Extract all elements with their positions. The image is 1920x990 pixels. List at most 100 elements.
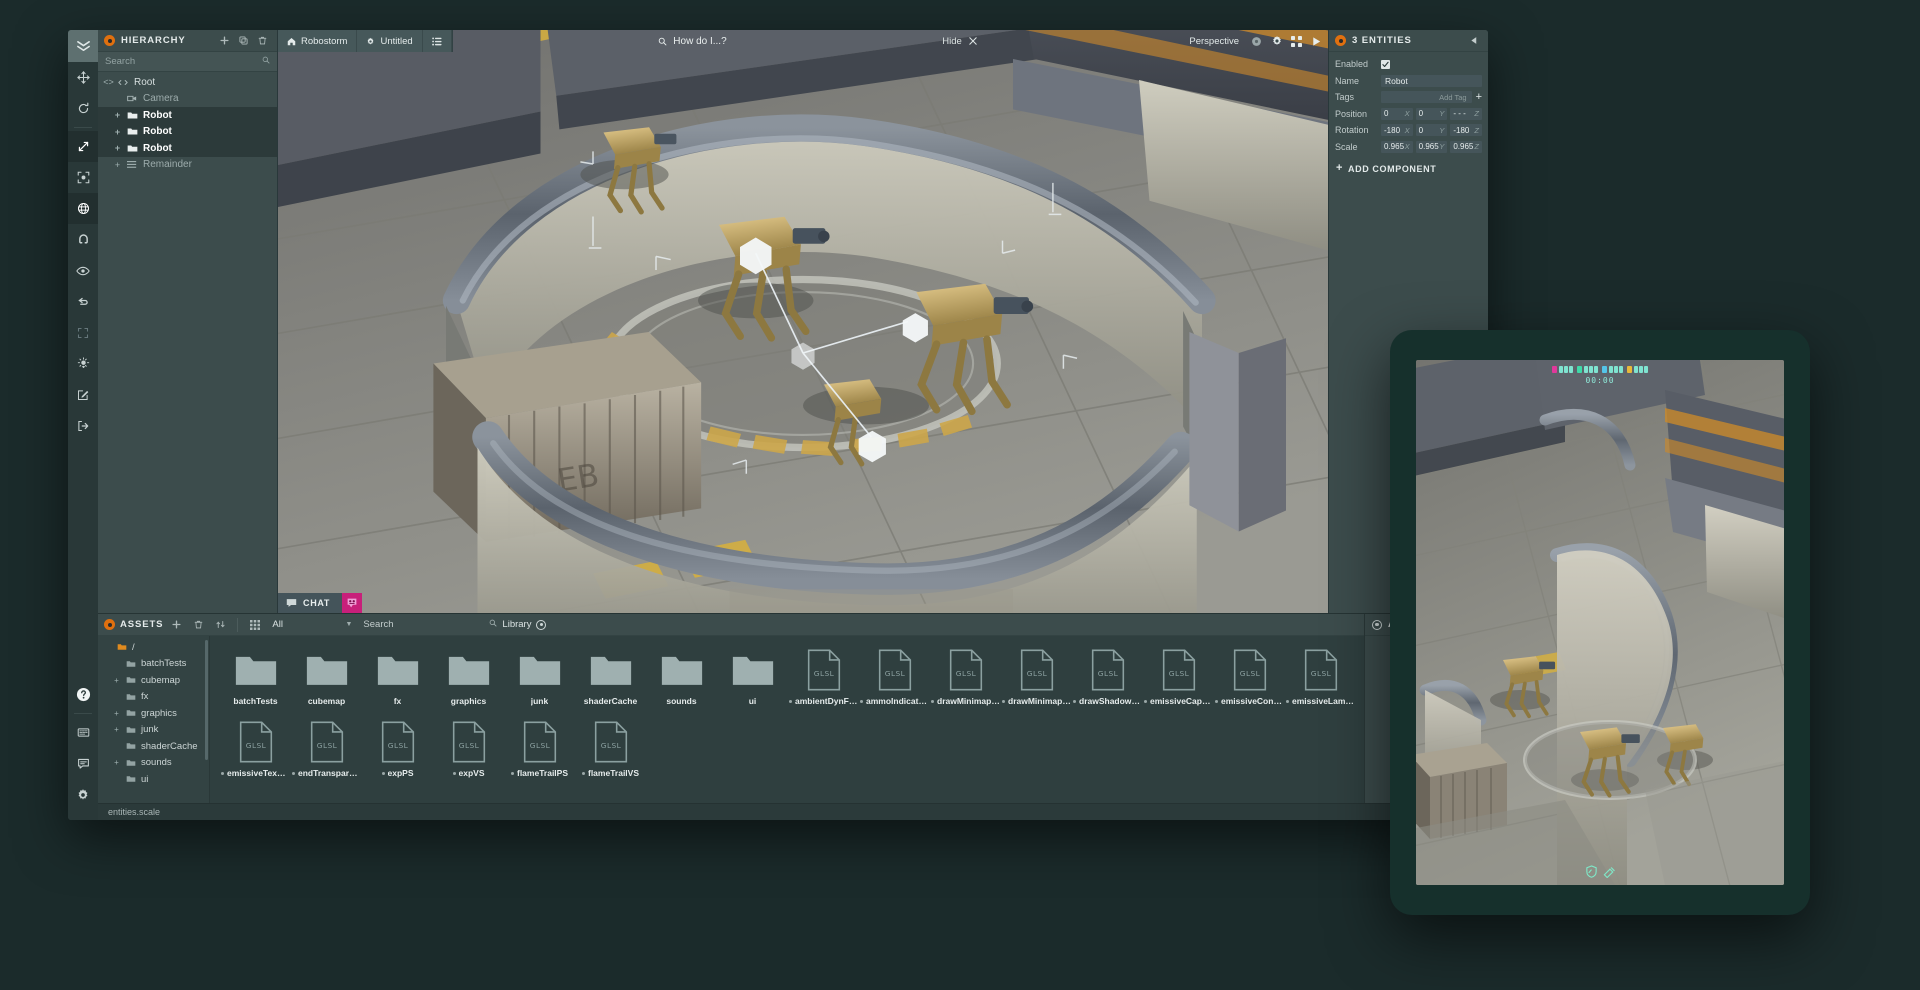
hide-ui-button[interactable]: Hide [932,30,987,52]
position-z-input[interactable]: - - - Z [1450,108,1482,120]
hierarchy-item-camera-1[interactable]: Camera [98,91,277,108]
asset-item-21[interactable]: GLSLflameTrailVS [575,717,646,789]
record-icon[interactable] [1247,30,1266,52]
assets-tree-item-8[interactable]: ui [98,771,209,788]
translate-tool-icon[interactable] [68,62,98,93]
assets-tree-item-6[interactable]: shaderCache [98,738,209,755]
scale-tool-icon[interactable] [68,131,98,162]
tree-twisty[interactable]: + [111,676,122,685]
play-icon[interactable] [1307,30,1326,52]
tags-input[interactable]: Add Tag [1381,91,1472,103]
scale-x-input[interactable]: 0.965 X [1381,141,1413,153]
hierarchy-item-root-0[interactable]: <>Root [98,74,277,91]
position-x-input[interactable]: 0 X [1381,108,1413,120]
asset-item-1[interactable]: cubemap [291,645,362,717]
assets-tree-item-7[interactable]: +sounds [98,755,209,772]
shield-icon[interactable] [1585,865,1598,878]
asset-item-18[interactable]: GLSLexpPS [362,717,433,789]
help-icon[interactable] [68,679,98,710]
rotation-x-input[interactable]: -180 X [1381,124,1413,136]
assets-tree-item-0[interactable]: / [98,639,209,656]
grid-view-icon[interactable] [246,616,263,633]
tree-twisty[interactable]: + [111,709,122,718]
circle-icon[interactable] [536,620,546,630]
library-button[interactable]: Library [502,619,531,630]
name-input[interactable]: Robot [1381,75,1482,87]
rotation-z-input[interactable]: -180 Z [1450,124,1482,136]
hierarchy-item-remainder-5[interactable]: +Remainder [98,157,277,174]
asset-item-9[interactable]: GLSLammoIndicator... [859,645,930,717]
hierarchy-item-robot-2[interactable]: +Robot [98,107,277,124]
camera-mode-selector[interactable]: Perspective [1182,36,1246,47]
add-tag-icon[interactable]: + [1476,92,1482,103]
tree-twisty[interactable]: + [112,110,123,120]
marquee-icon[interactable] [68,317,98,348]
bulb-icon[interactable] [68,348,98,379]
chat-button[interactable]: CHAT [278,593,342,613]
hierarchy-search-input[interactable]: Search [98,52,277,72]
hierarchy-item-robot-3[interactable]: +Robot [98,124,277,141]
add-component-button[interactable]: + ADD COMPONENT [1336,163,1488,174]
asset-item-7[interactable]: ui [717,645,788,717]
code-icon[interactable] [68,717,98,748]
tree-twisty[interactable]: + [112,143,123,153]
asset-item-2[interactable]: fx [362,645,433,717]
assets-grid[interactable]: batchTestscubemapfxgraphicsjunkshaderCac… [210,636,1364,803]
rotate-tool-icon[interactable] [68,93,98,124]
viewport[interactable]: EB [278,30,1328,613]
gear-icon[interactable] [1267,30,1286,52]
assets-tree-item-1[interactable]: batchTests [98,656,209,673]
asset-item-0[interactable]: batchTests [220,645,291,717]
scale-y-input[interactable]: 0.965 Y [1416,141,1448,153]
viewport-3d-scene[interactable]: EB [278,30,1328,613]
position-y-input[interactable]: 0 Y [1416,108,1448,120]
tab-robostorm[interactable]: Robostorm [278,30,357,52]
asset-item-6[interactable]: sounds [646,645,717,717]
asset-item-14[interactable]: GLSLemissiveConst... [1214,645,1285,717]
rotation-y-input[interactable]: 0 Y [1416,124,1448,136]
tree-twisty[interactable]: + [111,758,122,767]
assets-tree-item-5[interactable]: +junk [98,722,209,739]
app-logo-icon[interactable] [68,30,98,62]
asset-item-4[interactable]: junk [504,645,575,717]
scale-z-input[interactable]: 0.965 Z [1450,141,1482,153]
delete-entity-icon[interactable] [254,32,271,49]
export-icon[interactable] [68,410,98,441]
tab-untitled[interactable]: Untitled [357,30,422,52]
delete-asset-icon[interactable] [190,616,207,633]
tree-twisty[interactable]: + [112,160,123,170]
magnet-icon[interactable] [68,224,98,255]
asset-item-20[interactable]: GLSLflameTrailPS [504,717,575,789]
eye-icon[interactable] [68,255,98,286]
loop-icon[interactable] [68,286,98,317]
asset-item-12[interactable]: GLSLdrawShadowBl... [1072,645,1143,717]
user-avatar[interactable] [342,593,362,613]
focus-tool-icon[interactable] [68,162,98,193]
assets-tree-item-3[interactable]: fx [98,689,209,706]
tree-twisty[interactable]: + [111,725,122,734]
asset-item-11[interactable]: GLSLdrawMinimapC... [1001,645,1072,717]
enabled-checkbox[interactable] [1381,60,1390,69]
hierarchy-item-robot-4[interactable]: +Robot [98,140,277,157]
assets-tree-scrollbar[interactable] [205,640,208,760]
assets-search-input[interactable]: Search [357,619,497,630]
globe-icon[interactable] [68,193,98,224]
help-search-input[interactable]: How do I...? [648,30,736,52]
chevron-left-icon[interactable] [1465,32,1482,49]
add-entity-icon[interactable] [216,32,233,49]
asset-item-17[interactable]: GLSLendTransparen... [291,717,362,789]
tree-twisty[interactable]: <> [103,77,114,87]
tree-twisty[interactable]: + [112,127,123,137]
tablet-screen[interactable]: 00:00 [1416,360,1784,885]
pencil-square-icon[interactable] [68,379,98,410]
asset-item-16[interactable]: GLSLemissiveTexEx... [220,717,291,789]
grid-icon[interactable] [1287,30,1306,52]
asset-item-8[interactable]: GLSLambientDynFr... [788,645,859,717]
asset-item-3[interactable]: graphics [433,645,504,717]
duplicate-entity-icon[interactable] [235,32,252,49]
assets-tree-item-4[interactable]: +graphics [98,705,209,722]
upload-asset-icon[interactable] [212,616,229,633]
gear-icon[interactable] [68,779,98,810]
viewport-menu-button[interactable] [423,30,452,52]
asset-type-filter[interactable]: All ▼ [268,619,352,630]
